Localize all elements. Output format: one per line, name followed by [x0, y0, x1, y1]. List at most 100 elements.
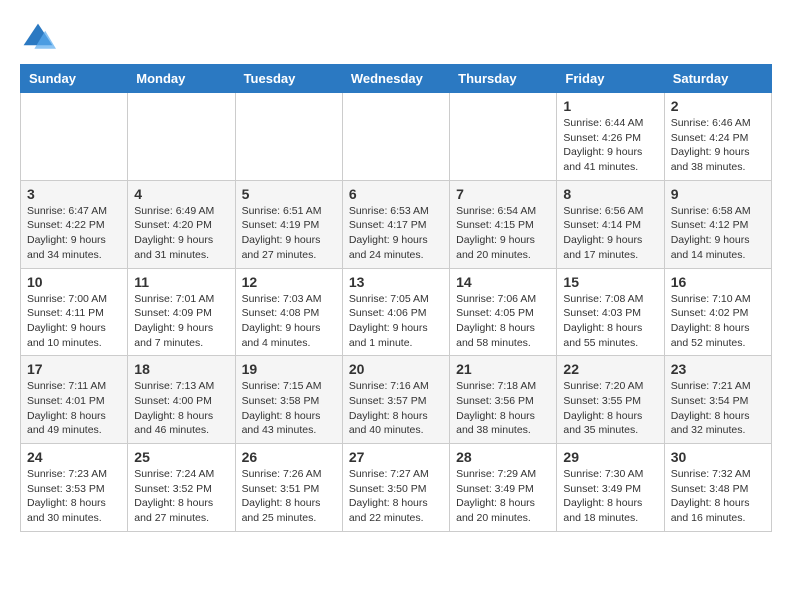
calendar-cell: 29 Sunrise: 7:30 AM Sunset: 3:49 PM Dayli…: [557, 444, 664, 532]
calendar-cell: 12 Sunrise: 7:03 AM Sunset: 4:08 PM Dayli…: [235, 268, 342, 356]
calendar-cell: 8Sunrise: 6:56 AM Sunset: 4:14 PM Daylig…: [557, 180, 664, 268]
calendar-cell: 19 Sunrise: 7:15 AM Sunset: 3:58 PM Dayli…: [235, 356, 342, 444]
calendar-cell: 21 Sunrise: 7:18 AM Sunset: 3:56 PM Dayli…: [450, 356, 557, 444]
day-number: 13: [349, 274, 443, 290]
calendar-week-5: 24 Sunrise: 7:23 AM Sunset: 3:53 PM Dayli…: [21, 444, 772, 532]
day-number: 16: [671, 274, 765, 290]
calendar-week-1: 1 Sunrise: 6:44 AM Sunset: 4:26 PM Daylig…: [21, 93, 772, 181]
day-info: Sunrise: 6:53 AM Sunset: 4:17 PM Dayligh…: [349, 204, 443, 263]
calendar-cell: 6 Sunrise: 6:53 AM Sunset: 4:17 PM Daylig…: [342, 180, 449, 268]
day-info: Sunrise: 7:05 AM Sunset: 4:06 PM Dayligh…: [349, 292, 443, 351]
day-number: 22: [563, 361, 657, 377]
calendar-cell: [128, 93, 235, 181]
calendar-cell: 14 Sunrise: 7:06 AM Sunset: 4:05 PM Dayli…: [450, 268, 557, 356]
calendar-cell: 28 Sunrise: 7:29 AM Sunset: 3:49 PM Dayli…: [450, 444, 557, 532]
calendar-cell: 17 Sunrise: 7:11 AM Sunset: 4:01 PM Dayli…: [21, 356, 128, 444]
day-info: Sunrise: 7:20 AM Sunset: 3:55 PM Dayligh…: [563, 379, 657, 438]
logo: [20, 20, 62, 56]
calendar-cell: 25 Sunrise: 7:24 AM Sunset: 3:52 PM Dayli…: [128, 444, 235, 532]
day-number: 1: [563, 98, 657, 114]
column-header-thursday: Thursday: [450, 65, 557, 93]
page-header: [20, 16, 772, 56]
day-info: Sunrise: 7:27 AM Sunset: 3:50 PM Dayligh…: [349, 467, 443, 526]
day-number: 18: [134, 361, 228, 377]
calendar-cell: 22 Sunrise: 7:20 AM Sunset: 3:55 PM Dayli…: [557, 356, 664, 444]
day-info: Sunrise: 6:51 AM Sunset: 4:19 PM Dayligh…: [242, 204, 336, 263]
calendar-cell: 4 Sunrise: 6:49 AM Sunset: 4:20 PM Daylig…: [128, 180, 235, 268]
calendar-cell: 13 Sunrise: 7:05 AM Sunset: 4:06 PM Dayli…: [342, 268, 449, 356]
day-number: 23: [671, 361, 765, 377]
day-info: Sunrise: 7:30 AM Sunset: 3:49 PM Dayligh…: [563, 467, 657, 526]
day-info: Sunrise: 7:15 AM Sunset: 3:58 PM Dayligh…: [242, 379, 336, 438]
day-number: 6: [349, 186, 443, 202]
day-info: Sunrise: 7:00 AM Sunset: 4:11 PM Dayligh…: [27, 292, 121, 351]
calendar-week-3: 10 Sunrise: 7:00 AM Sunset: 4:11 PM Dayli…: [21, 268, 772, 356]
day-number: 10: [27, 274, 121, 290]
day-info: Sunrise: 6:47 AM Sunset: 4:22 PM Dayligh…: [27, 204, 121, 263]
calendar-cell: 7 Sunrise: 6:54 AM Sunset: 4:15 PM Daylig…: [450, 180, 557, 268]
day-number: 8: [563, 186, 657, 202]
calendar-cell: 9Sunrise: 6:58 AM Sunset: 4:12 PM Daylig…: [664, 180, 771, 268]
calendar-header: SundayMondayTuesdayWednesdayThursdayFrid…: [21, 65, 772, 93]
day-info: Sunrise: 7:10 AM Sunset: 4:02 PM Dayligh…: [671, 292, 765, 351]
calendar-cell: 2 Sunrise: 6:46 AM Sunset: 4:24 PM Daylig…: [664, 93, 771, 181]
day-number: 9: [671, 186, 765, 202]
calendar-cell: 23Sunrise: 7:21 AM Sunset: 3:54 PM Dayli…: [664, 356, 771, 444]
day-number: 20: [349, 361, 443, 377]
day-number: 2: [671, 98, 765, 114]
calendar-cell: 30 Sunrise: 7:32 AM Sunset: 3:48 PM Dayli…: [664, 444, 771, 532]
calendar-cell: 1 Sunrise: 6:44 AM Sunset: 4:26 PM Daylig…: [557, 93, 664, 181]
day-number: 14: [456, 274, 550, 290]
day-info: Sunrise: 6:49 AM Sunset: 4:20 PM Dayligh…: [134, 204, 228, 263]
calendar-cell: 26 Sunrise: 7:26 AM Sunset: 3:51 PM Dayli…: [235, 444, 342, 532]
calendar-cell: 20 Sunrise: 7:16 AM Sunset: 3:57 PM Dayli…: [342, 356, 449, 444]
day-info: Sunrise: 7:08 AM Sunset: 4:03 PM Dayligh…: [563, 292, 657, 351]
day-info: Sunrise: 7:26 AM Sunset: 3:51 PM Dayligh…: [242, 467, 336, 526]
day-number: 3: [27, 186, 121, 202]
day-number: 26: [242, 449, 336, 465]
day-info: Sunrise: 7:03 AM Sunset: 4:08 PM Dayligh…: [242, 292, 336, 351]
calendar-cell: 18Sunrise: 7:13 AM Sunset: 4:00 PM Dayli…: [128, 356, 235, 444]
calendar-week-4: 17 Sunrise: 7:11 AM Sunset: 4:01 PM Dayli…: [21, 356, 772, 444]
column-header-wednesday: Wednesday: [342, 65, 449, 93]
calendar-cell: [450, 93, 557, 181]
day-info: Sunrise: 6:46 AM Sunset: 4:24 PM Dayligh…: [671, 116, 765, 175]
logo-icon: [20, 20, 56, 56]
calendar-cell: 5Sunrise: 6:51 AM Sunset: 4:19 PM Daylig…: [235, 180, 342, 268]
day-info: Sunrise: 7:16 AM Sunset: 3:57 PM Dayligh…: [349, 379, 443, 438]
day-info: Sunrise: 7:23 AM Sunset: 3:53 PM Dayligh…: [27, 467, 121, 526]
day-info: Sunrise: 7:24 AM Sunset: 3:52 PM Dayligh…: [134, 467, 228, 526]
day-info: Sunrise: 7:11 AM Sunset: 4:01 PM Dayligh…: [27, 379, 121, 438]
calendar-cell: 10 Sunrise: 7:00 AM Sunset: 4:11 PM Dayli…: [21, 268, 128, 356]
day-info: Sunrise: 7:06 AM Sunset: 4:05 PM Dayligh…: [456, 292, 550, 351]
day-info: Sunrise: 7:18 AM Sunset: 3:56 PM Dayligh…: [456, 379, 550, 438]
column-header-tuesday: Tuesday: [235, 65, 342, 93]
column-header-saturday: Saturday: [664, 65, 771, 93]
calendar-cell: [342, 93, 449, 181]
day-number: 4: [134, 186, 228, 202]
day-number: 12: [242, 274, 336, 290]
day-number: 17: [27, 361, 121, 377]
day-number: 15: [563, 274, 657, 290]
day-number: 19: [242, 361, 336, 377]
calendar-week-2: 3 Sunrise: 6:47 AM Sunset: 4:22 PM Daylig…: [21, 180, 772, 268]
day-info: Sunrise: 7:29 AM Sunset: 3:49 PM Dayligh…: [456, 467, 550, 526]
day-number: 28: [456, 449, 550, 465]
day-number: 27: [349, 449, 443, 465]
calendar-cell: 3 Sunrise: 6:47 AM Sunset: 4:22 PM Daylig…: [21, 180, 128, 268]
column-header-friday: Friday: [557, 65, 664, 93]
day-info: Sunrise: 6:54 AM Sunset: 4:15 PM Dayligh…: [456, 204, 550, 263]
day-number: 29: [563, 449, 657, 465]
day-number: 25: [134, 449, 228, 465]
calendar-cell: 11Sunrise: 7:01 AM Sunset: 4:09 PM Dayli…: [128, 268, 235, 356]
day-number: 21: [456, 361, 550, 377]
calendar-cell: [235, 93, 342, 181]
day-number: 30: [671, 449, 765, 465]
day-info: Sunrise: 6:44 AM Sunset: 4:26 PM Dayligh…: [563, 116, 657, 175]
calendar-table: SundayMondayTuesdayWednesdayThursdayFrid…: [20, 64, 772, 532]
day-number: 7: [456, 186, 550, 202]
day-info: Sunrise: 7:32 AM Sunset: 3:48 PM Dayligh…: [671, 467, 765, 526]
calendar-cell: 24 Sunrise: 7:23 AM Sunset: 3:53 PM Dayli…: [21, 444, 128, 532]
calendar-cell: [21, 93, 128, 181]
day-number: 24: [27, 449, 121, 465]
